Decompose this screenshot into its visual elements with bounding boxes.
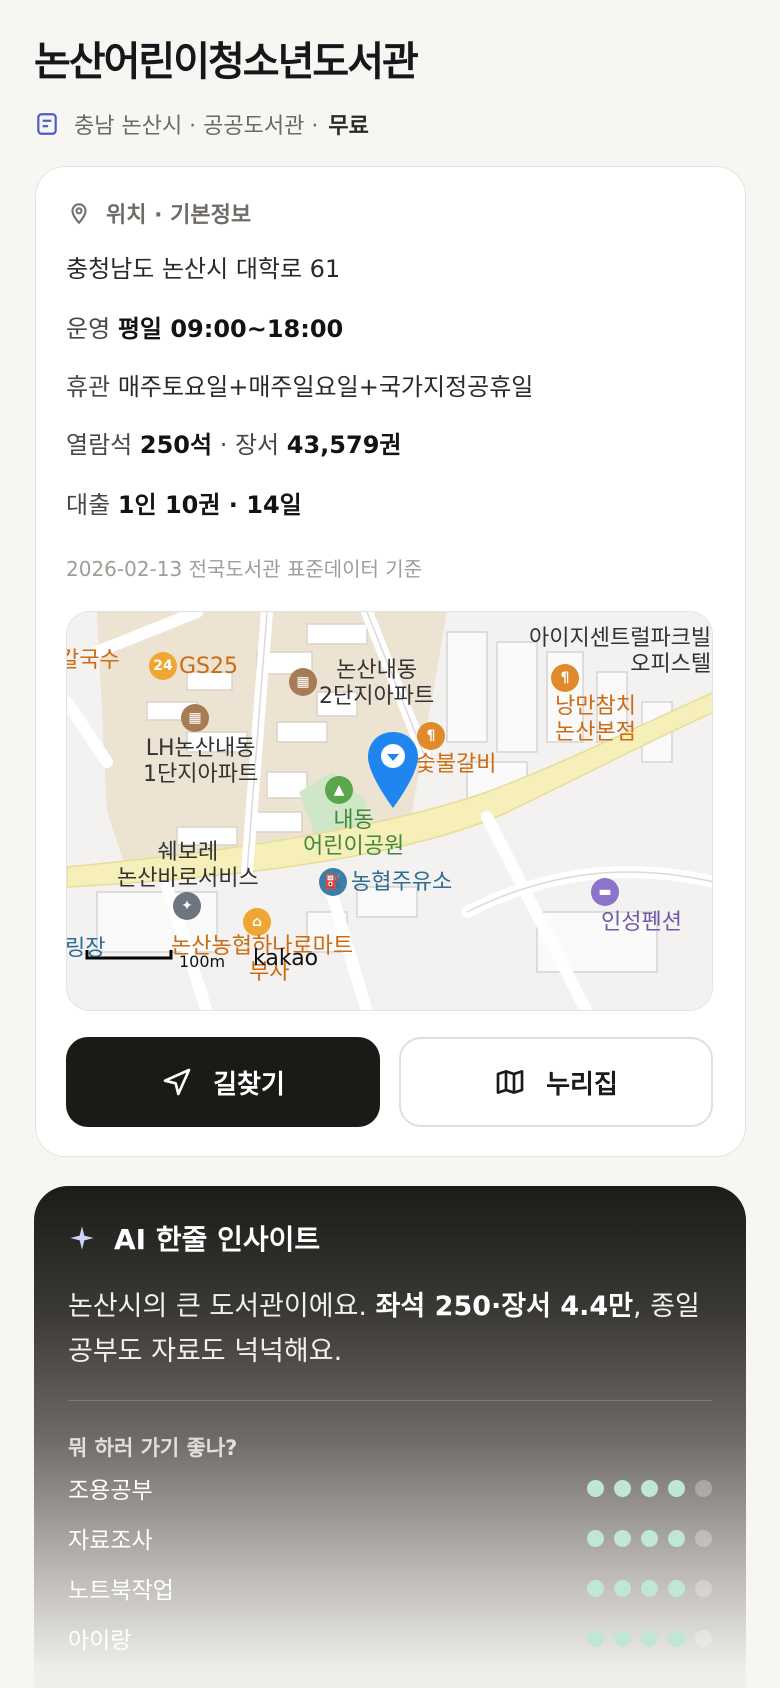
map-label-kalguksu: 칼국수 xyxy=(67,648,120,673)
closed-label: 휴관 xyxy=(66,373,111,401)
map-label-nonghyup-gas: 농협주유소 xyxy=(351,870,453,895)
location-marker-icon[interactable] xyxy=(365,730,421,810)
directions-button[interactable]: 길찾기 xyxy=(66,1037,380,1127)
loan-value: 1인 10권 · 14일 xyxy=(117,491,302,519)
map-label-gs25: GS25 xyxy=(179,654,239,679)
purpose-question: 뭐 하러 가기 좋나? xyxy=(68,1436,238,1460)
rating-dot xyxy=(587,1479,604,1497)
rating-dot xyxy=(641,1529,658,1547)
page-header: 논산어린이청소년도서관 충남 논산시 · 공공도서관 · 무료 xyxy=(34,38,746,140)
rating-dots xyxy=(587,1529,712,1547)
rating-label: 아이랑 xyxy=(68,1628,132,1654)
closed-value: 매주토요일+매주일요일+국가지정공휴일 xyxy=(117,373,534,401)
data-source-note: 2026-02-13 전국도서관 표준데이터 기준 xyxy=(66,557,423,581)
map-provider-logo: kakao xyxy=(253,946,319,971)
rating-dot xyxy=(668,1579,685,1597)
library-meta: 충남 논산시 · 공공도서관 · 무료 xyxy=(34,108,746,140)
map-label-ijisent: 아이지센트럴파크빌 오피스텔 xyxy=(529,626,712,677)
directions-label: 길찾기 xyxy=(213,1069,285,1100)
map-label-pension: 인성펜션 xyxy=(601,910,682,935)
page-title: 논산어린이청소년도서관 xyxy=(34,39,419,85)
map-scale-label: 100m xyxy=(179,952,226,971)
closed-row: 휴관 매주토요일+매주일요일+국가지정공휴일 xyxy=(66,367,533,402)
seats-label: 열람석 xyxy=(66,431,133,459)
rating-dots xyxy=(587,1629,712,1647)
restaurant-icon: ¶ xyxy=(417,722,445,750)
rating-row: 자료조사 xyxy=(68,1520,712,1556)
divider xyxy=(68,1400,712,1401)
mart-icon: ⌂ xyxy=(243,908,271,936)
fee-badge: 무료 xyxy=(328,114,369,139)
map-label-nangman: 낭만참치 논산본점 xyxy=(555,694,636,745)
rating-row: 아이랑 xyxy=(68,1620,712,1656)
apartment-icon: ▦ xyxy=(181,704,209,732)
rating-dot xyxy=(668,1629,685,1647)
location-map[interactable]: 24 ▦ ▦ ¶ ¶ ▲ ⛽ ✦ ⌂ ▬ 칼국수 GS25 논산내동 2단지아파… xyxy=(66,611,713,1011)
rating-dot xyxy=(668,1529,685,1547)
rating-dot xyxy=(641,1579,658,1597)
ai-insight-card: AI 한줄 인사이트 논산시의 큰 도서관이에요. 좌석 250·장서 4.4만… xyxy=(34,1186,746,1688)
website-button[interactable]: 누리집 xyxy=(399,1037,713,1127)
books-label: 장서 xyxy=(234,431,280,459)
rating-dot xyxy=(614,1579,631,1597)
lodging-icon: ▬ xyxy=(591,878,619,906)
rating-dot xyxy=(641,1479,658,1497)
hours-label: 운영 xyxy=(66,315,111,343)
map-label-shwebore: 쉐보레 논산바로서비스 xyxy=(117,840,259,891)
map-label-lh-apt: LH논산내동 1단지아파트 xyxy=(143,736,259,787)
map-fold-icon xyxy=(494,1066,526,1098)
ai-insight-header: AI 한줄 인사이트 xyxy=(68,1218,320,1258)
rating-dots xyxy=(587,1579,712,1597)
park-icon: ▲ xyxy=(325,776,353,804)
rating-dot xyxy=(695,1529,712,1547)
location-pin-icon xyxy=(66,200,92,226)
sparkle-icon xyxy=(68,1224,96,1252)
hours-row: 운영 평일 09:00~18:00 xyxy=(66,309,343,344)
capacity-row: 열람석 250석 · 장서 43,579권 xyxy=(66,425,401,460)
address: 충청남도 논산시 대학로 61 xyxy=(66,255,341,283)
rating-label: 조용공부 xyxy=(68,1478,153,1504)
books-value: 43,579권 xyxy=(286,431,402,459)
map-label-park: 내동 어린이공원 xyxy=(303,808,405,859)
navigation-arrow-icon xyxy=(161,1066,193,1098)
rating-dot xyxy=(695,1629,712,1647)
info-section-title: 위치 · 기본정보 xyxy=(106,203,252,228)
convenience-store-icon: 24 xyxy=(149,652,177,680)
rating-dot xyxy=(614,1629,631,1647)
car-service-icon: ✦ xyxy=(173,892,201,920)
rating-dot xyxy=(695,1579,712,1597)
rating-row: 조용공부 xyxy=(68,1470,712,1506)
ai-insight-text: 논산시의 큰 도서관이에요. 좌석 250·장서 4.4만, 종일 공부도 자료… xyxy=(68,1291,700,1367)
rating-row: 노트북작업 xyxy=(68,1570,712,1606)
loan-label: 대출 xyxy=(66,491,111,519)
document-icon xyxy=(34,111,60,137)
info-card: 위치 · 기본정보 충청남도 논산시 대학로 61 운영 평일 09:00~18… xyxy=(35,166,746,1157)
gas-station-icon: ⛽ xyxy=(319,868,347,896)
loan-row: 대출 1인 10권 · 14일 xyxy=(66,485,302,520)
meta-text: 충남 논산시 · 공공도서관 · xyxy=(74,114,319,139)
ai-insight-title: AI 한줄 인사이트 xyxy=(114,1223,321,1256)
rating-dots xyxy=(587,1479,712,1497)
rating-dot xyxy=(587,1529,604,1547)
rating-dot xyxy=(587,1579,604,1597)
rating-dot xyxy=(641,1629,658,1647)
map-label-nonsan-apt2: 논산내동 2단지아파트 xyxy=(319,658,435,709)
rating-dot xyxy=(587,1629,604,1647)
rating-dot xyxy=(695,1479,712,1497)
rating-dot xyxy=(614,1479,631,1497)
rating-dot xyxy=(668,1479,685,1497)
separator: · xyxy=(212,431,235,459)
info-section-header: 위치 · 기본정보 xyxy=(66,197,251,229)
seats-value: 250석 xyxy=(139,431,213,459)
rating-label: 노트북작업 xyxy=(68,1578,174,1604)
rating-label: 자료조사 xyxy=(68,1528,153,1554)
rating-dot xyxy=(614,1529,631,1547)
map-label-edge: 링장 xyxy=(66,936,106,961)
apartment-icon: ▦ xyxy=(289,668,317,696)
website-label: 누리집 xyxy=(546,1069,618,1100)
hours-value: 평일 09:00~18:00 xyxy=(117,315,344,343)
